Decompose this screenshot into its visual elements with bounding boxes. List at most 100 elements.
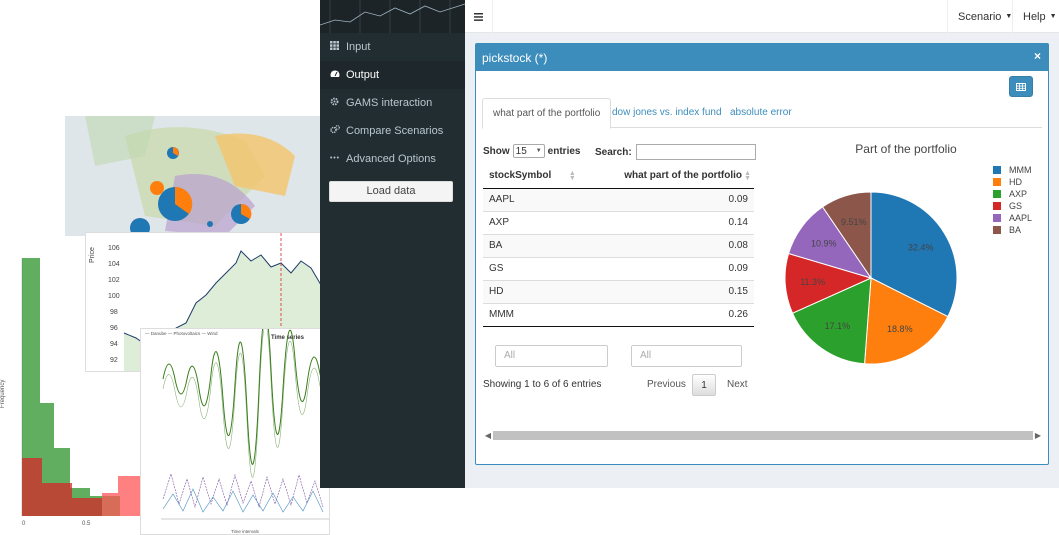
- legend-swatch: [993, 190, 1001, 198]
- symbol-filter-input[interactable]: All: [495, 345, 608, 367]
- horizontal-scrollbar[interactable]: ◀ ▶: [483, 429, 1043, 441]
- table-row: GS 0.09: [483, 257, 754, 281]
- chevron-down-icon: ▼: [535, 148, 542, 154]
- sidebar-item-label: Output: [346, 69, 380, 81]
- timeseries-image: Time series — Danube — Photovoltaics — W…: [140, 328, 330, 535]
- legend-swatch: [993, 178, 1001, 186]
- sidebar-item-label: Advanced Options: [346, 153, 436, 165]
- sort-icon: ▲ ▼: [744, 170, 751, 182]
- ellipsis-icon: [330, 153, 346, 165]
- pie-slice-label: 18.8%: [887, 324, 913, 334]
- chart-legend: MMM HD AXP GS AAPL BA: [993, 164, 1032, 236]
- table-row: AXP 0.14: [483, 211, 754, 235]
- previous-page-button[interactable]: Previous: [647, 374, 686, 396]
- scroll-right-icon[interactable]: ▶: [1033, 431, 1043, 440]
- legend-item-hd[interactable]: HD: [993, 176, 1032, 188]
- cell-value: 0.08: [578, 234, 754, 258]
- toggle-table-view-button[interactable]: [1009, 76, 1033, 97]
- cell-symbol: AXP: [483, 211, 579, 235]
- page-length-select[interactable]: 15 ▼: [512, 144, 545, 158]
- svg-text:92: 92: [110, 357, 118, 364]
- cell-symbol: GS: [483, 257, 579, 281]
- legend-item-mmm[interactable]: MMM: [993, 164, 1032, 176]
- tab-absolute-error[interactable]: absolute error: [720, 98, 802, 128]
- help-dropdown[interactable]: Help ▼: [1012, 0, 1059, 33]
- gears-icon: [330, 125, 346, 137]
- scenario-label: Scenario: [958, 10, 1002, 23]
- sidebar-item-label: GAMS interaction: [346, 97, 433, 109]
- price-axis-label: Price: [89, 247, 96, 263]
- svg-text:102: 102: [108, 277, 120, 284]
- search-input[interactable]: [635, 144, 756, 160]
- cell-value: 0.26: [578, 303, 754, 327]
- sidebar-item-advanced-options[interactable]: Advanced Options: [320, 145, 465, 173]
- grid-icon: [330, 41, 346, 53]
- dashboard-icon: [330, 69, 346, 81]
- pie-slice-label: 10.9%: [811, 239, 837, 249]
- sidebar-toggle-button[interactable]: [465, 0, 493, 33]
- pie-chart: Part of the portfolio 32.4% 18.8% 17.1% 11.…: [781, 134, 1046, 379]
- freq-axis-label: Frequency: [0, 380, 6, 408]
- svg-text:— Danube — Photovoltaics — Win: — Danube — Photovoltaics — Wind: [145, 331, 218, 336]
- freq-x-tick: 0.5: [82, 521, 91, 527]
- svg-text:96: 96: [110, 325, 118, 332]
- legend-item-gs[interactable]: GS: [993, 200, 1032, 212]
- tab-dow-jones-vs-index[interactable]: dow jones vs. index fund: [602, 98, 732, 128]
- svg-text:98: 98: [110, 309, 118, 316]
- caret-down-icon: ▼: [1049, 13, 1057, 20]
- scrollbar-thumb[interactable]: [493, 430, 1033, 440]
- freq-x-tick: 0: [22, 521, 26, 527]
- search-label: Search:: [595, 146, 632, 158]
- table-search: Search:: [595, 144, 756, 160]
- table-icon: [1016, 82, 1026, 91]
- sidebar-item-gams-interaction[interactable]: GAMS interaction: [320, 89, 465, 117]
- load-data-button[interactable]: Load data: [329, 181, 453, 202]
- cell-symbol: BA: [483, 234, 579, 258]
- legend-label: AAPL: [1009, 213, 1033, 223]
- sort-icon: ▲ ▼: [568, 170, 576, 182]
- svg-text:100: 100: [108, 293, 120, 300]
- cell-symbol: HD: [483, 280, 579, 304]
- legend-item-ba[interactable]: BA: [993, 224, 1032, 236]
- cell-symbol: AAPL: [483, 188, 579, 212]
- close-icon[interactable]: ×: [1034, 49, 1041, 63]
- main-content: pickstock (*) × what part of the portfol…: [465, 33, 1059, 488]
- legend-swatch: [993, 214, 1001, 222]
- column-header-stocksymbol[interactable]: stockSymbol ▲ ▼: [483, 164, 579, 189]
- legend-item-aapl[interactable]: AAPL: [993, 212, 1032, 224]
- next-page-button[interactable]: Next: [727, 374, 748, 396]
- legend-swatch: [993, 202, 1001, 210]
- sidebar-item-input[interactable]: Input: [320, 33, 465, 61]
- legend-label: GS: [1009, 201, 1023, 211]
- legend-label: AXP: [1009, 189, 1028, 199]
- page-1-button[interactable]: 1: [692, 374, 716, 396]
- header-banner-image: [320, 0, 465, 33]
- table-row: HD 0.15: [483, 280, 754, 304]
- pie-slice-label: 11.3%: [800, 277, 825, 287]
- page-length-control: Show 15 ▼ entries: [483, 144, 580, 158]
- legend-label: MMM: [1009, 165, 1032, 175]
- help-label: Help: [1023, 10, 1046, 23]
- tab-portfolio-part[interactable]: what part of the portfolio: [482, 98, 612, 129]
- sidebar-item-output[interactable]: Output: [320, 61, 465, 89]
- cell-symbol: MMM: [483, 303, 579, 327]
- cell-value: 0.15: [578, 280, 754, 304]
- cell-value: 0.14: [578, 211, 754, 235]
- show-label: Show: [483, 145, 510, 157]
- hamburger-icon: [474, 12, 483, 21]
- scroll-left-icon[interactable]: ◀: [483, 431, 493, 440]
- legend-label: BA: [1009, 225, 1022, 235]
- legend-item-axp[interactable]: AXP: [993, 188, 1032, 200]
- sidebar-item-compare-scenarios[interactable]: Compare Scenarios: [320, 117, 465, 145]
- table-row: BA 0.08: [483, 234, 754, 258]
- sidebar: Input Output GAMS interaction Compare Sc…: [320, 33, 465, 488]
- cell-value: 0.09: [578, 188, 754, 212]
- pie-slice-label: 17.1%: [825, 321, 851, 331]
- value-filter-input[interactable]: All: [631, 345, 742, 367]
- cell-value: 0.09: [578, 257, 754, 281]
- svg-text:104: 104: [108, 261, 120, 268]
- svg-text:Time intervals: Time intervals: [231, 529, 260, 534]
- column-header-portfolio-part[interactable]: what part of the portfolio ▲ ▼: [578, 164, 754, 189]
- sidebar-item-label: Compare Scenarios: [346, 125, 444, 137]
- pie-svg: 32.4% 18.8% 17.1% 11.3% 10.9% 9.51%: [784, 191, 958, 365]
